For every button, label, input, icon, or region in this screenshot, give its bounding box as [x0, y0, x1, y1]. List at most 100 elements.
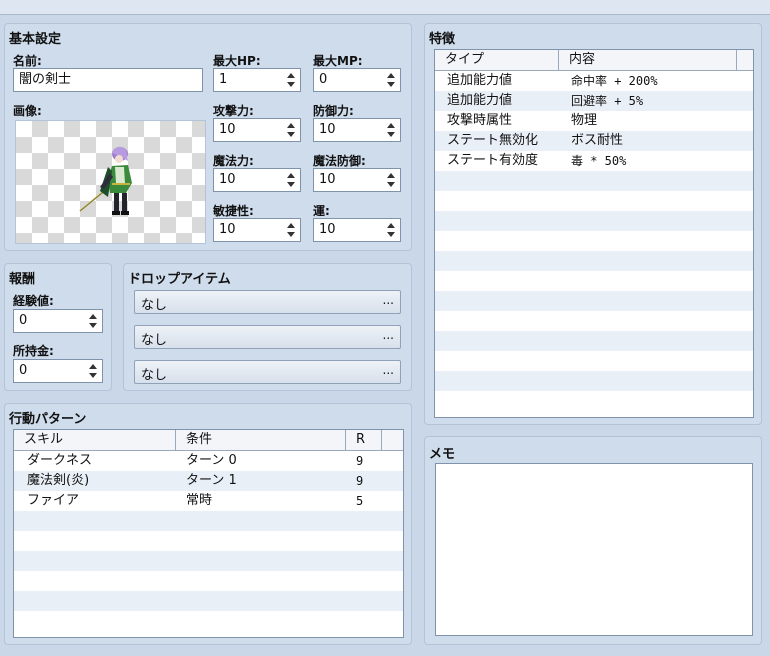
ellipsis-icon: ... — [382, 328, 394, 342]
action-patterns-list[interactable]: スキル 条件 R ダークネス ターン 0 9 魔法剣(炎) ターン 1 9 ファ… — [13, 429, 404, 638]
r-cell: 5 — [356, 494, 364, 508]
defense-spinner[interactable]: 10 — [313, 118, 401, 142]
dark-swordsman-sprite — [79, 146, 132, 215]
table-row[interactable]: ダークネス ターン 0 9 — [14, 451, 403, 471]
spinner-arrows-icon[interactable] — [88, 362, 98, 380]
magic-attack-value: 10 — [219, 172, 236, 187]
spinner-arrows-icon[interactable] — [286, 171, 296, 189]
empty-row[interactable] — [435, 211, 753, 231]
header-condition[interactable]: 条件 — [176, 430, 346, 450]
gold-label: 所持金: — [13, 344, 54, 358]
r-cell: 9 — [356, 474, 364, 488]
empty-row[interactable] — [435, 371, 753, 391]
agility-spinner[interactable]: 10 — [213, 218, 301, 242]
memo-title: メモ — [429, 447, 456, 462]
luck-spinner[interactable]: 10 — [313, 218, 401, 242]
luck-value: 10 — [319, 222, 336, 237]
spinner-arrows-icon[interactable] — [386, 121, 396, 139]
gold-spinner[interactable]: 0 — [13, 359, 103, 383]
traits-list[interactable]: タイプ 内容 追加能力値 命中率 + 200% 追加能力値 回避率 + 5% 攻… — [434, 49, 754, 418]
rewards-panel: 報酬 経験値: 0 所持金: 0 — [4, 263, 112, 391]
agility-value: 10 — [219, 222, 236, 237]
basic-settings-panel: 基本設定 名前: 闇の剣士 画像: 最大HP: 1 最大MP: 0 攻撃力: 1… — [4, 23, 412, 251]
empty-row[interactable] — [14, 591, 403, 611]
header-skill[interactable]: スキル — [14, 430, 176, 450]
content-cell: 物理 — [571, 113, 598, 128]
ellipsis-icon: ... — [382, 363, 394, 377]
gold-value: 0 — [19, 363, 28, 378]
spinner-arrows-icon[interactable] — [386, 71, 396, 89]
empty-row[interactable] — [14, 551, 403, 571]
empty-row[interactable] — [14, 531, 403, 551]
attack-label: 攻撃力: — [213, 104, 254, 118]
max-hp-spinner[interactable]: 1 — [213, 68, 301, 92]
header-type[interactable]: タイプ — [435, 50, 559, 70]
drop-items-panel: ドロップアイテム なし ... なし ... なし ... — [123, 263, 412, 391]
exp-spinner[interactable]: 0 — [13, 309, 103, 333]
magic-attack-label: 魔法力: — [213, 154, 254, 168]
max-mp-value: 0 — [319, 72, 328, 87]
table-row[interactable]: 魔法剣(炎) ターン 1 9 — [14, 471, 403, 491]
empty-row[interactable] — [435, 231, 753, 251]
magic-defense-label: 魔法防御: — [313, 154, 366, 168]
top-toolbar-strip — [0, 0, 770, 15]
name-label: 名前: — [13, 54, 42, 68]
attack-spinner[interactable]: 10 — [213, 118, 301, 142]
empty-row[interactable] — [435, 331, 753, 351]
spinner-arrows-icon[interactable] — [286, 221, 296, 239]
table-row[interactable]: ステート有効度 毒 * 50% — [435, 151, 753, 171]
skill-cell: ダークネス — [27, 453, 93, 468]
empty-row[interactable] — [435, 351, 753, 371]
table-row[interactable]: 追加能力値 回避率 + 5% — [435, 91, 753, 111]
header-r[interactable]: R — [346, 430, 382, 450]
type-cell: ステート無効化 — [447, 133, 539, 148]
empty-row[interactable] — [435, 251, 753, 271]
empty-row[interactable] — [435, 311, 753, 331]
name-input[interactable]: 闇の剣士 — [13, 68, 203, 92]
magic-attack-spinner[interactable]: 10 — [213, 168, 301, 192]
magic-defense-value: 10 — [319, 172, 336, 187]
content-cell: 毒 * 50% — [571, 154, 627, 168]
magic-defense-spinner[interactable]: 10 — [313, 168, 401, 192]
empty-row[interactable] — [435, 191, 753, 211]
table-row[interactable]: 追加能力値 命中率 + 200% — [435, 71, 753, 91]
r-cell: 9 — [356, 454, 364, 468]
max-mp-spinner[interactable]: 0 — [313, 68, 401, 92]
table-row[interactable]: ステート無効化 ボス耐性 — [435, 131, 753, 151]
empty-row[interactable] — [14, 611, 403, 631]
empty-row[interactable] — [435, 291, 753, 311]
empty-row[interactable] — [435, 391, 753, 411]
content-cell: ボス耐性 — [571, 133, 624, 148]
type-cell: ステート有効度 — [447, 153, 539, 168]
luck-label: 運: — [313, 204, 330, 218]
type-cell: 追加能力値 — [447, 73, 513, 88]
empty-row[interactable] — [435, 271, 753, 291]
spinner-arrows-icon[interactable] — [88, 312, 98, 330]
drop-item-1-button[interactable]: なし ... — [134, 290, 401, 314]
table-row[interactable]: 攻撃時属性 物理 — [435, 111, 753, 131]
drop-item-3-label: なし — [141, 368, 168, 383]
skill-cell: 魔法剣(炎) — [27, 473, 90, 488]
max-hp-label: 最大HP: — [213, 54, 261, 68]
exp-value: 0 — [19, 313, 28, 328]
spinner-arrows-icon[interactable] — [386, 171, 396, 189]
spinner-arrows-icon[interactable] — [286, 121, 296, 139]
empty-row[interactable] — [435, 171, 753, 191]
drop-item-3-button[interactable]: なし ... — [134, 360, 401, 384]
enemy-image-preview[interactable] — [15, 120, 206, 244]
table-row[interactable]: ファイア 常時 5 — [14, 491, 403, 511]
condition-cell: ターン 1 — [186, 473, 237, 488]
drop-item-1-label: なし — [141, 298, 168, 313]
empty-row[interactable] — [14, 571, 403, 591]
defense-value: 10 — [319, 122, 336, 137]
traits-list-header: タイプ 内容 — [435, 50, 753, 71]
spinner-arrows-icon[interactable] — [386, 221, 396, 239]
empty-row[interactable] — [14, 511, 403, 531]
drop-item-2-button[interactable]: なし ... — [134, 325, 401, 349]
exp-label: 経験値: — [13, 294, 54, 308]
memo-textarea[interactable] — [435, 463, 753, 636]
max-mp-label: 最大MP: — [313, 54, 363, 68]
header-content[interactable]: 内容 — [559, 50, 737, 70]
max-hp-value: 1 — [219, 72, 228, 87]
spinner-arrows-icon[interactable] — [286, 71, 296, 89]
